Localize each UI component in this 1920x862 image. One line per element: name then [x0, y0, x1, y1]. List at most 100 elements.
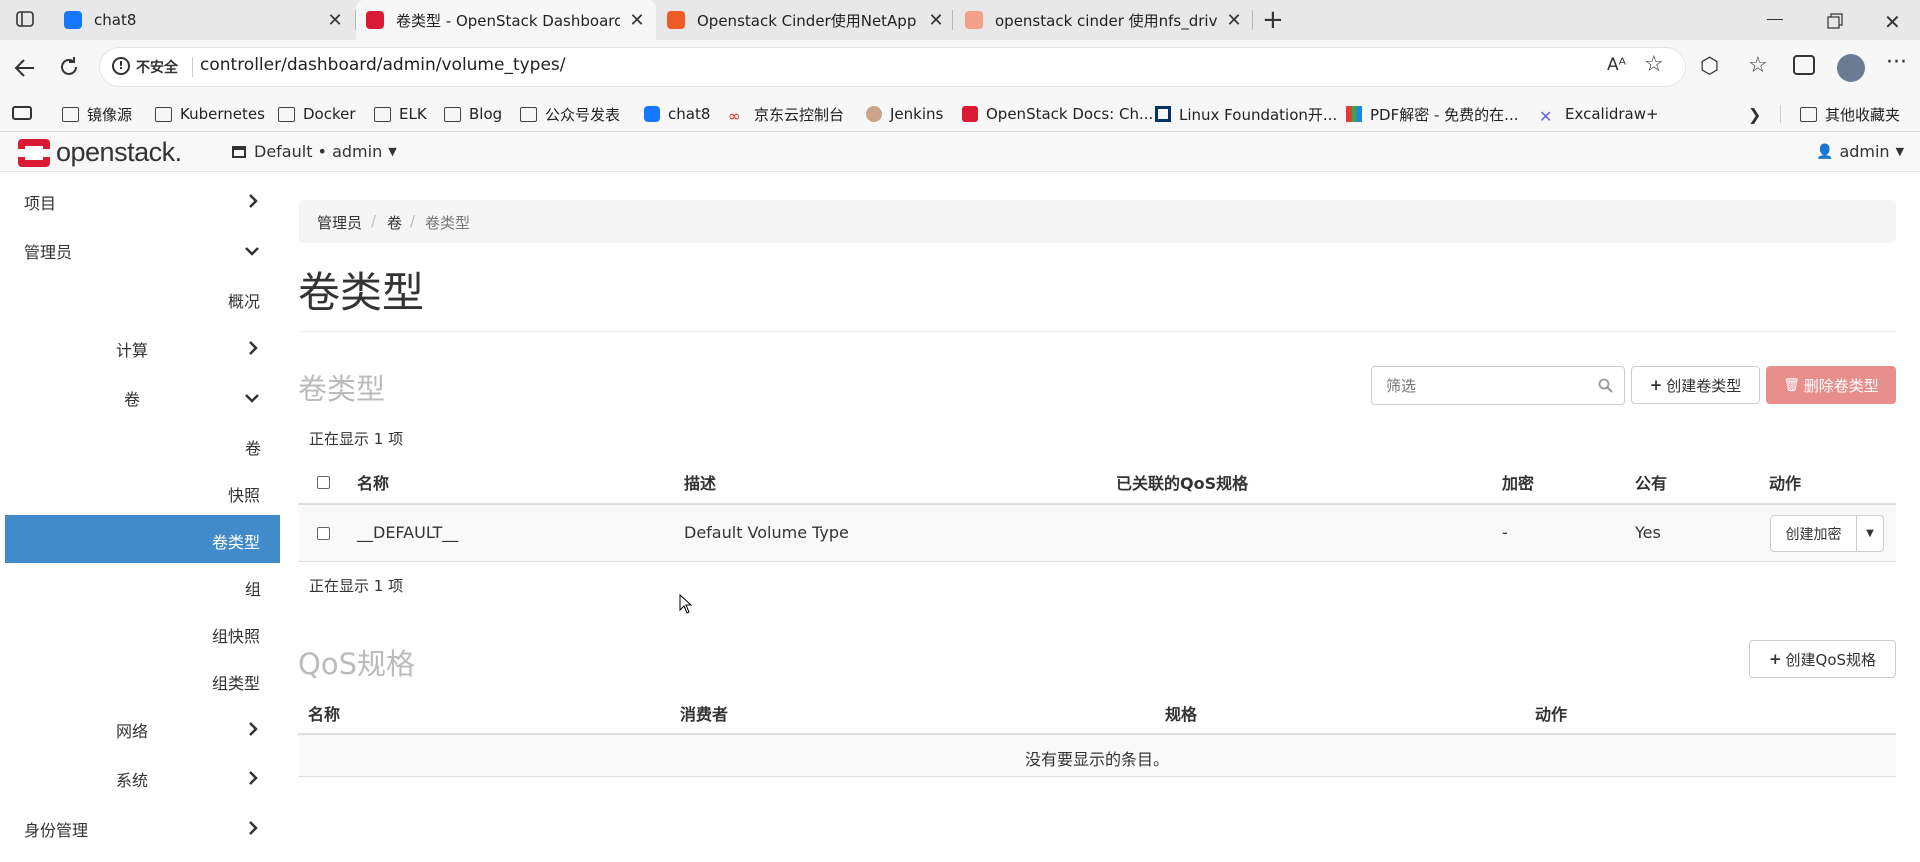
sidebar-item-snapshots[interactable]: 快照 [228, 482, 260, 506]
create-volume-type-button[interactable]: + 创建卷类型 [1631, 366, 1760, 404]
bookmark-mirror[interactable]: 镜像源 [62, 96, 132, 132]
page-title: 卷类型 [298, 268, 425, 317]
tab-chat8[interactable]: chat8 ✕ [54, 0, 354, 40]
other-bookmarks[interactable]: 其他收藏夹 [1800, 96, 1900, 132]
bookmark-openstack-docs[interactable]: OpenStack Docs: Ch... [962, 96, 1153, 132]
row-name-link[interactable]: __DEFAULT__ [357, 523, 458, 542]
tab-volume-types[interactable]: 卷类型 - OpenStack Dashboard ✕ [356, 0, 656, 40]
new-tab-icon[interactable]: + [1262, 7, 1284, 33]
row-actions-dropdown[interactable]: ▼ [1856, 515, 1884, 552]
sidebar-item-admin[interactable]: 管理员 [24, 239, 72, 263]
column-header-consumer[interactable]: 消费者 [680, 701, 728, 725]
sidebar-item-group-types[interactable]: 组类型 [212, 670, 260, 694]
tab-cinder-netapp[interactable]: Openstack Cinder使用NetApp NF ✕ [657, 0, 955, 40]
folder-icon [155, 106, 172, 122]
bookmark-elk[interactable]: ELK [374, 96, 427, 132]
close-icon[interactable]: ✕ [927, 10, 945, 31]
more-menu-icon[interactable]: ··· [1886, 50, 1907, 75]
volume-types-count-bottom: 正在显示 1 项 [309, 577, 404, 595]
avatar[interactable] [1837, 54, 1865, 82]
reload-icon[interactable] [58, 56, 80, 78]
openstack-icon [962, 106, 978, 122]
bookmark-label: Linux Foundation开... [1179, 105, 1338, 124]
openstack-logo[interactable]: openstack. [17, 137, 182, 168]
bookmark-jenkins[interactable]: Jenkins [866, 96, 943, 132]
bookmark-linux-foundation[interactable]: Linux Foundation开... [1155, 96, 1337, 132]
favorite-star-icon[interactable]: ☆ [1644, 52, 1664, 77]
back-icon[interactable] [14, 57, 36, 79]
favorites-icon[interactable]: ☆ [1748, 53, 1768, 78]
column-header-specs[interactable]: 规格 [1165, 701, 1197, 725]
sidebar-item-volumes[interactable]: 卷 [245, 435, 261, 459]
close-icon[interactable]: ✕ [1225, 10, 1243, 31]
address-divider [192, 57, 193, 77]
row-checkbox[interactable] [317, 527, 330, 540]
bookmark-jdcloud[interactable]: ∞ 京东云控制台 [728, 96, 844, 132]
row-description: Default Volume Type [684, 523, 849, 542]
project-selector[interactable]: Default • admin ▼ [232, 142, 397, 161]
chevron-right-icon [247, 341, 259, 355]
column-header-actions: 动作 [1769, 474, 1802, 493]
filter-input[interactable] [1372, 367, 1592, 404]
close-window-icon[interactable]: ✕ [1884, 10, 1901, 34]
chevron-right-icon[interactable]: ❯ [1748, 105, 1761, 124]
select-all-checkbox[interactable] [317, 476, 330, 489]
delete-volume-type-button[interactable]: 🗑 删除卷类型 [1766, 366, 1896, 404]
table-row: __DEFAULT__ Default Volume Type - Yes 创建… [298, 505, 1896, 562]
search-icon[interactable] [1598, 378, 1613, 393]
screenshot-icon[interactable] [1793, 55, 1815, 75]
breadcrumb-admin[interactable]: 管理员 [317, 212, 362, 233]
column-header-qos-name[interactable]: 名称 [308, 701, 340, 725]
close-icon[interactable]: ✕ [326, 10, 344, 31]
sidebar-item-network[interactable]: 网络 [116, 718, 148, 742]
column-header-name[interactable]: 名称 [357, 470, 389, 494]
breadcrumb-volumes[interactable]: 卷 [387, 212, 402, 233]
url-text[interactable]: controller/dashboard/admin/volume_types/ [200, 55, 566, 75]
restore-icon[interactable] [1827, 13, 1843, 29]
column-header-public[interactable]: 公有 [1635, 470, 1667, 494]
sidebar-item-compute[interactable]: 计算 [116, 337, 148, 361]
create-volume-type-label: 创建卷类型 [1666, 376, 1742, 395]
bookmark-excalidraw[interactable]: ✕ Excalidraw+ [1539, 96, 1659, 132]
volume-types-count-top: 正在显示 1 项 [309, 430, 404, 448]
sidebar-item-identity[interactable]: 身份管理 [24, 817, 88, 841]
sidebar-item-project[interactable]: 项目 [24, 190, 56, 214]
column-header-description[interactable]: 描述 [684, 470, 716, 494]
sidebar-item-overview[interactable]: 概况 [228, 288, 260, 312]
folder-icon [62, 106, 79, 122]
reading-list-icon[interactable] [12, 106, 32, 120]
extensions-icon[interactable]: ⬡ [1700, 54, 1719, 79]
bookmark-docker[interactable]: Docker [278, 96, 356, 132]
sidebar-item-volume-group[interactable]: 卷 [124, 386, 140, 410]
create-qos-button[interactable]: + 创建QoS规格 [1749, 640, 1896, 678]
close-icon[interactable]: ✕ [628, 10, 646, 31]
tab-actions-icon[interactable] [16, 10, 34, 28]
security-label[interactable]: 不安全 [136, 57, 178, 77]
warning-icon[interactable]: ! [112, 57, 130, 75]
column-header-encryption[interactable]: 加密 [1502, 470, 1534, 494]
read-aloud-icon[interactable]: Aᴬ [1607, 55, 1626, 75]
bookmark-blog[interactable]: Blog [444, 96, 502, 132]
bookmark-wechat[interactable]: 公众号发表 [520, 96, 620, 132]
create-encryption-button[interactable]: 创建加密 [1770, 515, 1857, 552]
address-bar[interactable]: ! 不安全 controller/dashboard/admin/volume_… [100, 48, 1685, 86]
sidebar-item-groups[interactable]: 组 [245, 576, 261, 600]
bookmark-label: Kubernetes [180, 105, 265, 123]
column-header-qos[interactable]: 已关联的QoS规格 [1116, 470, 1248, 494]
breadcrumb-current: 卷类型 [425, 214, 471, 232]
user-icon: 👤 [1816, 143, 1834, 160]
sidebar-item-volume-types[interactable]: 卷类型 [212, 529, 260, 553]
caret-down-icon: ▼ [1866, 528, 1874, 539]
browser-tab-bar: chat8 ✕ 卷类型 - OpenStack Dashboard ✕ Open… [0, 0, 1920, 40]
tab-cinder-nfs[interactable]: openstack cinder 使用nfs_driver_r ✕ [955, 0, 1253, 40]
folder-icon [374, 106, 391, 122]
bookmark-kubernetes[interactable]: Kubernetes [155, 96, 265, 132]
bookmark-pdf[interactable]: PDF解密 - 免费的在... [1346, 96, 1518, 132]
user-menu[interactable]: 👤 admin ▼ [1816, 142, 1904, 161]
minimize-icon[interactable] [1767, 19, 1783, 20]
bookmark-label: 公众号发表 [545, 105, 621, 124]
bookmark-chat8[interactable]: chat8 [644, 96, 710, 132]
sidebar-item-group-snapshots[interactable]: 组快照 [212, 623, 260, 647]
sidebar-item-system[interactable]: 系统 [116, 767, 148, 791]
bookmark-label: PDF解密 - 免费的在... [1370, 105, 1519, 124]
